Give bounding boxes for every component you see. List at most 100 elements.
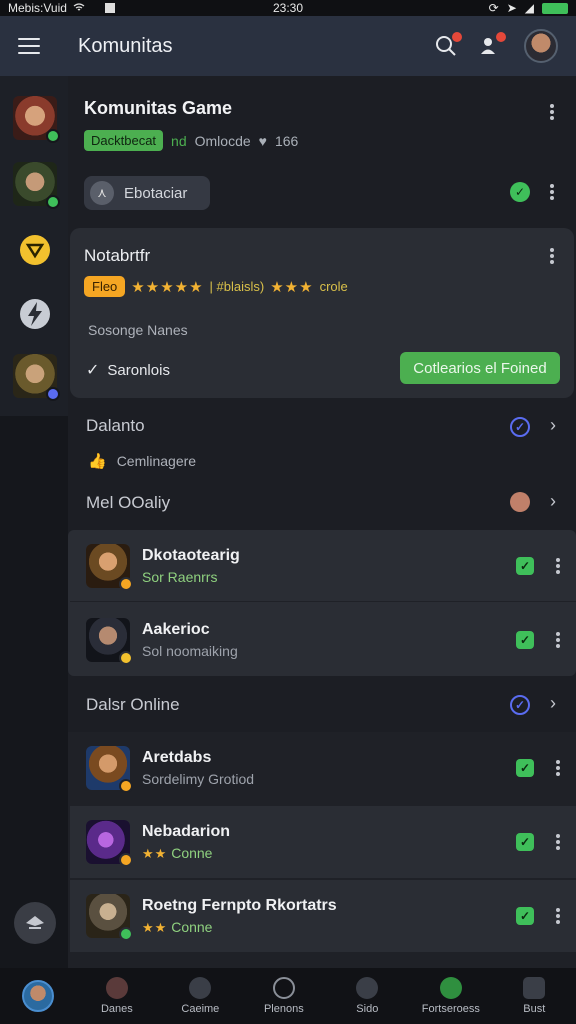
rating-text: | #blaisls) <box>209 279 265 294</box>
heart-icon: ♥ <box>258 132 267 149</box>
member-name: Dkotaotearig <box>142 546 240 564</box>
chevron-right-icon: › <box>550 415 556 435</box>
nav-fortseroess[interactable]: Fortseroess <box>409 968 492 1024</box>
section-header-online[interactable]: Dalsr Online ✓ › <box>68 690 576 720</box>
nav-danes[interactable]: Danes <box>75 968 158 1024</box>
member-avatar <box>86 820 133 867</box>
nav-bust[interactable]: Bust <box>493 968 576 1024</box>
section-label: Dalsr Online <box>86 695 180 714</box>
nav-label: Danes <box>100 1003 133 1015</box>
member-name: Roetng Fernpto Rkortatrs <box>142 896 337 914</box>
list-item[interactable]: Nebadarion ★★ Conne ✓ <box>70 806 576 878</box>
search-icon[interactable] <box>434 32 462 58</box>
more-options-icon[interactable] <box>550 104 554 120</box>
rating-stars: ★★★★★ <box>131 278 204 296</box>
member-list-2: Aretdabs Sordelimy Grotiod ✓ Nebadarion … <box>68 732 576 968</box>
friend-notification-dot <box>496 32 506 42</box>
battery-icon <box>542 2 568 14</box>
section-header-mel-odaliy[interactable]: Mel OOaliy › <box>68 488 576 518</box>
online-check-icon: ✓ <box>516 907 534 925</box>
chip-more-icon[interactable] <box>550 184 554 200</box>
list-item[interactable]: Aakerioc Sol noomaiking ✓ <box>70 604 576 676</box>
globe-icon <box>439 977 462 999</box>
check-label: Saronlois <box>107 361 170 379</box>
meta-count: 166 <box>274 132 299 149</box>
online-check-icon: ✓ <box>516 556 534 575</box>
nav-caeime[interactable]: Caeime <box>159 968 242 1024</box>
member-status: Conne <box>171 918 213 935</box>
section-header-dalanto[interactable]: Dalanto ✓ › <box>68 412 576 442</box>
leaf-icon <box>189 977 212 999</box>
list-item[interactable]: Roetng Fernpto Rkortatrs ★★ Conne ✓ <box>70 880 576 952</box>
section-label: Mel OOaliy <box>86 493 171 512</box>
nav-label: Plenons <box>263 1003 304 1015</box>
row-more-icon[interactable] <box>556 834 560 850</box>
search-icon <box>105 977 128 999</box>
member-list-1: Dkotaotearig Sor Raenrrs ✓ Aakerioc Sol … <box>68 530 576 676</box>
row-more-icon[interactable] <box>556 760 560 776</box>
member-name: Nebadarion <box>142 822 231 840</box>
app-bar: Komunitas <box>0 16 576 76</box>
nav-sido[interactable]: Sido <box>326 968 409 1024</box>
list-item[interactable]: Dkotaotearig Sor Raenrrs ✓ <box>70 530 576 602</box>
row-more-icon[interactable] <box>556 908 560 924</box>
online-status-dot <box>46 195 60 209</box>
guild-avatar-1[interactable] <box>13 96 60 143</box>
note-card: Notabrtfr Fleo ★★★★★ | #blaisls) ★★★ cro… <box>70 228 574 398</box>
member-name: Aakerioc <box>142 621 210 638</box>
chip-label: Ebotaciar <box>124 184 188 202</box>
row-more-icon[interactable] <box>556 557 560 574</box>
online-check-icon: ✓ <box>516 833 534 851</box>
chat-icon[interactable]: ✓ <box>510 182 530 202</box>
nav-plenons[interactable]: Plenons <box>242 968 325 1024</box>
explore-icon[interactable] <box>14 902 56 944</box>
rating-stars-secondary: ★★★ <box>270 278 314 296</box>
filter-chip[interactable]: ⋏ Ebotaciar <box>84 176 210 210</box>
note-more-icon[interactable] <box>550 248 554 264</box>
square-status-icon <box>104 3 115 13</box>
nav-label: Bust <box>523 1003 546 1015</box>
puzzle-icon <box>356 977 379 999</box>
status-dot <box>46 387 60 401</box>
status-dot <box>119 651 133 665</box>
note-title: Notabrtfr <box>84 246 151 265</box>
member-avatar <box>86 894 133 941</box>
member-stars: ★★ <box>142 845 168 861</box>
rating-suffix: crole <box>319 279 348 294</box>
chevron-right-icon: › <box>550 491 556 511</box>
member-avatar <box>86 746 133 793</box>
gamepad-icon <box>523 977 546 999</box>
member-stars: ★★ <box>142 919 168 935</box>
bottom-nav: Danes Caeime Plenons Sido Fortseroess Bu… <box>0 968 576 1024</box>
sync-icon: ⟳ <box>488 1 499 15</box>
list-item[interactable]: Aretdabs Sordelimy Grotiod ✓ <box>70 732 576 804</box>
note-subtitle: Sosonge Nanes <box>88 322 188 338</box>
nav-label: Fortseroess <box>421 1003 480 1015</box>
member-name: Aretdabs <box>142 749 212 766</box>
online-status-dot <box>46 129 60 143</box>
menu-icon[interactable] <box>18 38 40 54</box>
online-check-icon: ✓ <box>516 759 534 777</box>
nav-label: Caeime <box>181 1003 220 1015</box>
community-title: Komunitas Game <box>84 98 233 118</box>
status-dot <box>119 576 133 591</box>
member-status: Sol noomaiking <box>142 643 238 659</box>
main-content: Komunitas Game Dacktbecat nd Omlocde ♥ 1… <box>68 76 576 968</box>
join-button[interactable]: Cotlearios el Foined <box>400 352 560 384</box>
lightning-shield-icon[interactable] <box>13 292 57 336</box>
community-badge: Dacktbecat <box>84 130 164 151</box>
checkmark-icon: ✓ <box>86 362 100 379</box>
play-icon <box>272 977 295 999</box>
guild-avatar-3[interactable] <box>13 354 60 401</box>
meta-label: Omlocde <box>194 132 251 149</box>
add-friend-icon[interactable] <box>478 32 506 58</box>
section-label: Dalanto <box>86 416 145 435</box>
yellow-down-icon[interactable] <box>13 228 57 272</box>
verified-icon: ✓ <box>510 417 530 437</box>
guild-avatar-2[interactable] <box>13 162 60 209</box>
member-status: Conne <box>171 844 213 861</box>
nav-profile[interactable] <box>0 968 75 1024</box>
page-title: Komunitas <box>78 34 173 57</box>
profile-avatar[interactable] <box>524 29 558 63</box>
row-more-icon[interactable] <box>556 632 560 648</box>
